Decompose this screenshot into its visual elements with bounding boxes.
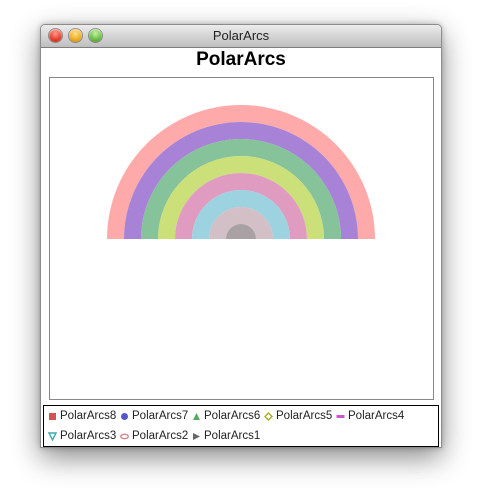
legend-item: PolarArcs6 <box>192 410 260 422</box>
legend-marker-icon <box>264 411 273 421</box>
legend-marker-icon <box>336 414 345 418</box>
title-bar: PolarArcs <box>41 25 441 48</box>
legend-marker-icon <box>48 431 57 441</box>
legend-label: PolarArcs7 <box>132 410 189 422</box>
legend-label: PolarArcs6 <box>204 410 261 422</box>
legend-item: PolarArcs1 <box>192 430 260 442</box>
legend-marker-icon <box>193 412 200 420</box>
legend-label: PolarArcs2 <box>132 430 189 442</box>
legend-item: PolarArcs3 <box>48 430 116 442</box>
legend-item: PolarArcs4 <box>336 410 404 422</box>
window-title: PolarArcs <box>212 28 270 43</box>
legend-item: PolarArcs7 <box>120 410 188 422</box>
legend-item: PolarArcs5 <box>264 410 332 422</box>
legend-marker-icon <box>120 433 129 439</box>
polar-arcs-chart <box>107 105 375 239</box>
legend-marker-icon <box>193 432 200 440</box>
legend-label: PolarArcs5 <box>276 410 333 422</box>
chart-title: PolarArcs <box>196 49 286 70</box>
legend: PolarArcs8 PolarArcs7 PolarArcs6 PolarArcs5… <box>43 405 439 447</box>
plot-area <box>49 77 434 400</box>
legend-label: PolarArcs3 <box>60 430 117 442</box>
legend-marker-icon <box>49 412 56 420</box>
legend-item: PolarArcs8 <box>48 410 116 422</box>
legend-item: PolarArcs2 <box>120 430 188 442</box>
legend-label: PolarArcs4 <box>348 410 405 422</box>
legend-label: PolarArcs8 <box>60 410 117 422</box>
legend-marker-icon <box>121 412 128 420</box>
app-window: PolarArcs PolarArcs PolarArcs8 PolarArcs7… <box>40 24 442 448</box>
legend-label: PolarArcs1 <box>204 430 261 442</box>
